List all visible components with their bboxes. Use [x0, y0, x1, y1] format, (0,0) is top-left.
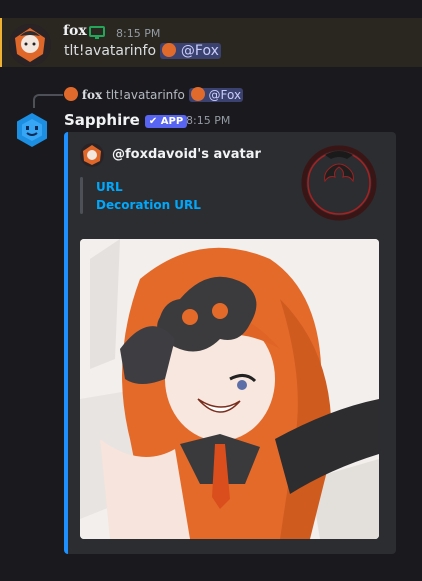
monitor-icon [89, 25, 105, 44]
reply-connector [33, 94, 63, 108]
reply-author[interactable]: fox [82, 88, 102, 102]
bot-avatar[interactable] [14, 112, 50, 148]
bot-name[interactable]: Sapphire [64, 111, 140, 129]
url-link[interactable]: URL [96, 180, 123, 194]
mention-avatar [162, 43, 177, 57]
decoration-url-link[interactable]: Decoration URL [96, 198, 201, 212]
avatar-image[interactable] [80, 239, 379, 539]
reply-mention-avatar [190, 87, 205, 101]
user-mention[interactable]: @Fox [160, 43, 221, 59]
reply-avatar [64, 87, 78, 101]
timestamp: 8:15 PM [186, 114, 231, 127]
author-name[interactable]: fox [63, 23, 87, 39]
avatar[interactable] [9, 24, 51, 66]
verified-check-icon: ✔ [148, 116, 158, 127]
reply-mention[interactable]: @Fox [188, 87, 244, 102]
reply-text: tlt!avatarinfo [105, 88, 185, 102]
message-header: Sapphire ✔ APP [64, 110, 188, 129]
embed-title: @foxdavoid's avatar [112, 147, 261, 162]
message-text: tlt!avatarinfo [64, 43, 157, 59]
app-badge-label: APP [160, 116, 184, 127]
timestamp: 8:15 PM [116, 27, 161, 40]
mention-label: @Fox [180, 43, 219, 59]
message-content: tlt!avatarinfo @Fox [64, 43, 221, 59]
embed-author-avatar [80, 143, 104, 167]
reply-mention-label: @Fox [208, 88, 242, 102]
reply-preview[interactable]: fox tlt!avatarinfo @Fox [64, 87, 244, 102]
avatar-decoration-thumbnail[interactable] [301, 145, 377, 221]
quote-bar [80, 177, 83, 214]
app-badge: ✔ APP [144, 115, 188, 128]
